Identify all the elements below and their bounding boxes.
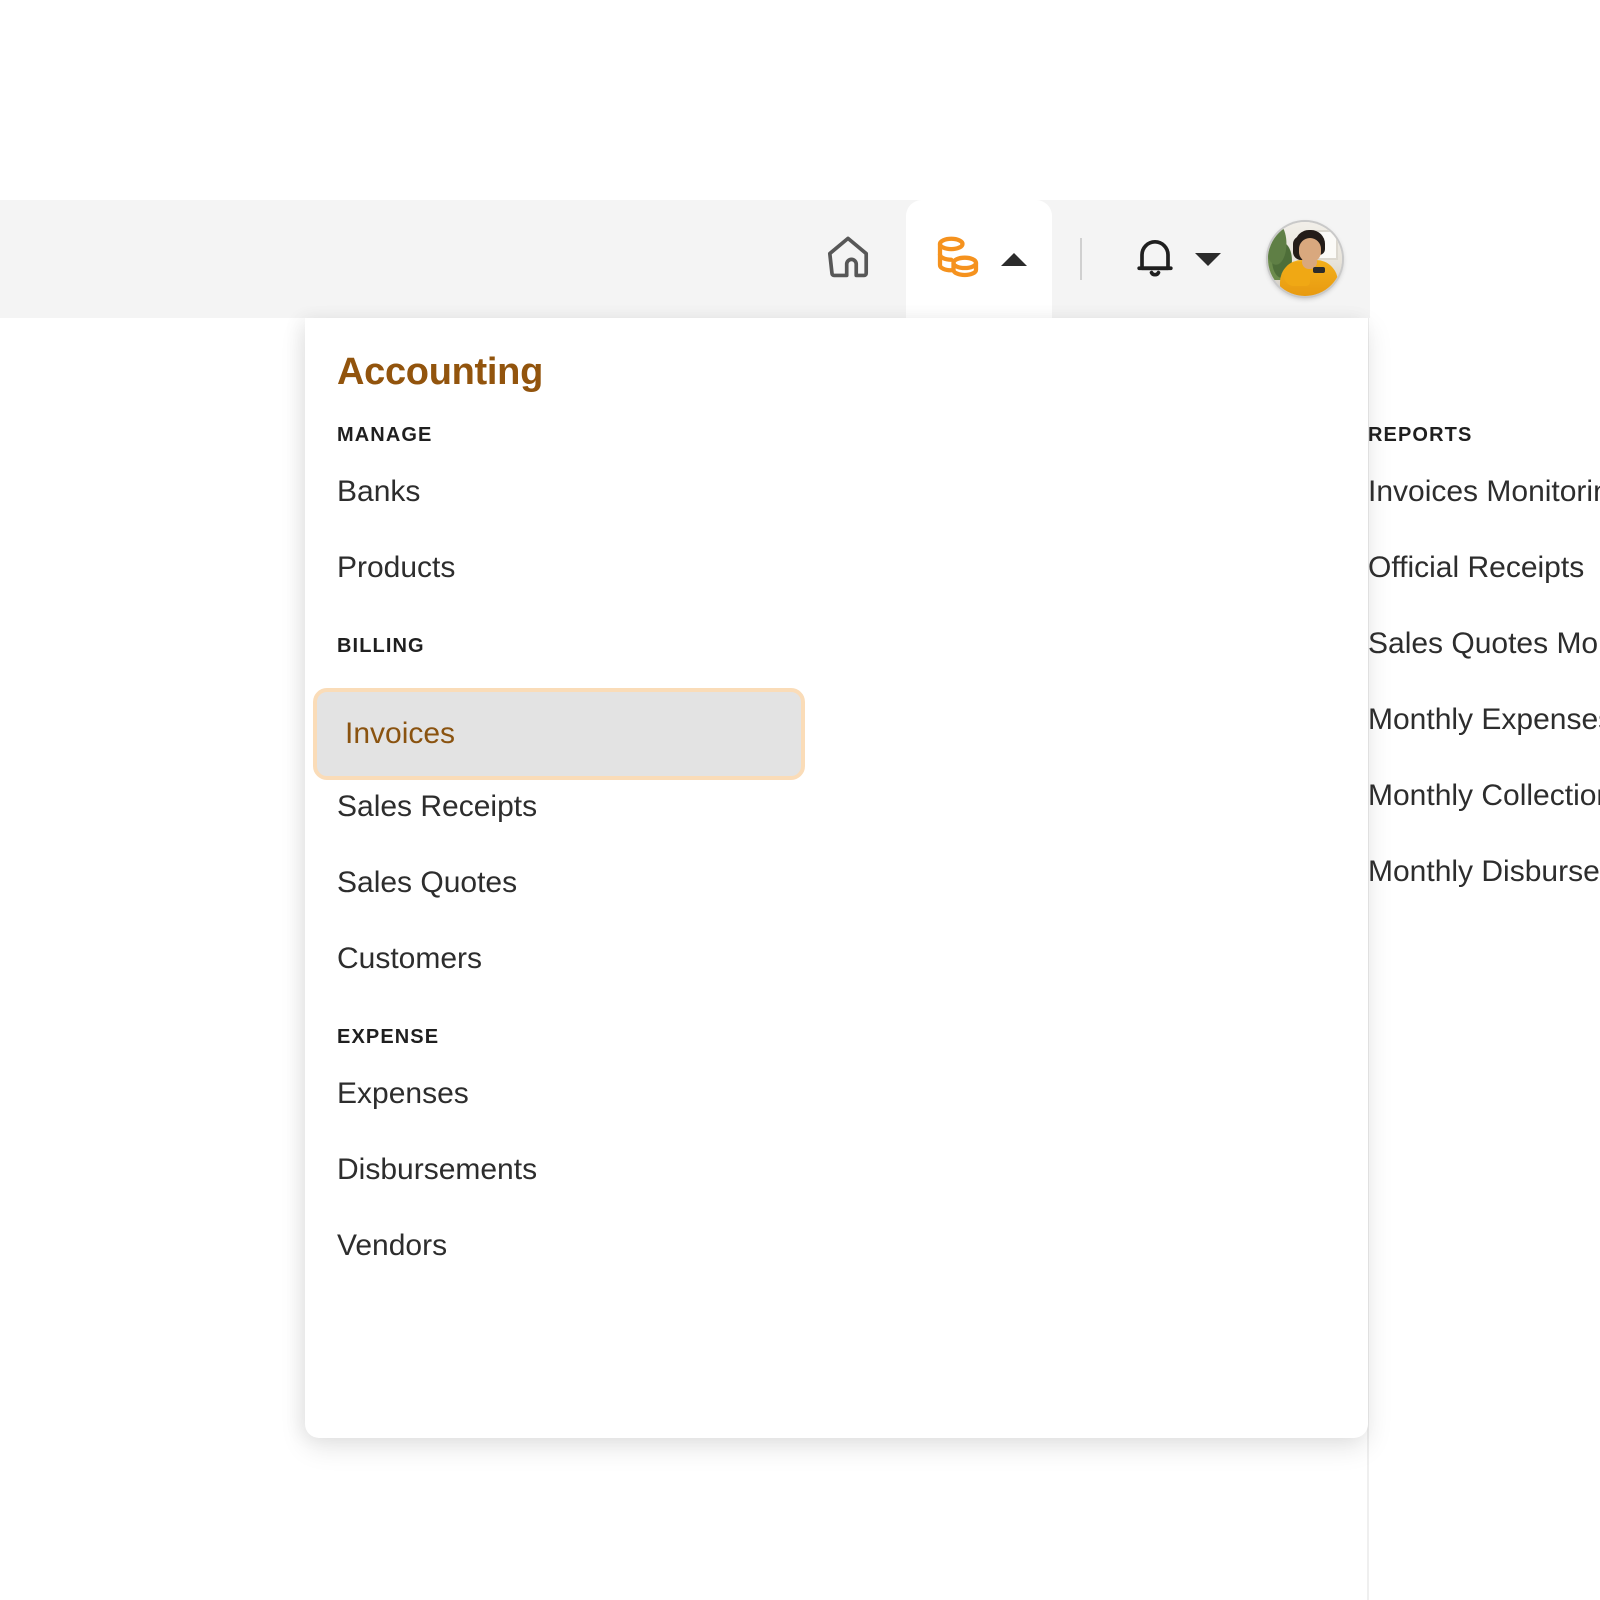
menu-item-disbursements[interactable]: Disbursements: [337, 1155, 810, 1185]
menu-item-sales-quotes[interactable]: Sales Quotes: [337, 868, 810, 898]
topbar-actions: [790, 200, 1370, 318]
menu-item-vendors[interactable]: Vendors: [337, 1231, 810, 1261]
menu-item-customers[interactable]: Customers: [337, 944, 810, 974]
top-navigation-bar: [0, 200, 1370, 318]
panel-column-right: REPORTS Invoices Monitoring Official Rec…: [1368, 424, 1600, 888]
menu-item-expenses[interactable]: Expenses: [337, 1079, 810, 1109]
panel-columns: MANAGE Banks Products BILLING Invoices S…: [305, 424, 1600, 1261]
avatar-button[interactable]: [1240, 200, 1370, 318]
avatar: [1268, 222, 1342, 296]
chevron-up-icon: [1001, 252, 1027, 266]
group-heading-expense: EXPENSE: [337, 1026, 440, 1048]
chevron-down-icon: [1195, 252, 1221, 266]
notifications-button[interactable]: [1110, 200, 1240, 318]
group-heading-manage: MANAGE: [337, 424, 433, 446]
home-button[interactable]: [790, 200, 906, 318]
menu-item-sales-receipts[interactable]: Sales Receipts: [337, 792, 810, 822]
panel-title: Accounting: [337, 351, 543, 393]
toolbar-divider: [1080, 238, 1082, 280]
home-icon: [822, 231, 874, 288]
menu-item-products[interactable]: Products: [337, 553, 810, 583]
bell-icon: [1129, 231, 1181, 288]
menu-item-invoices[interactable]: Invoices: [313, 688, 805, 780]
tab-accounting[interactable]: [906, 200, 1052, 318]
app-root: Accounting MANAGE Banks Products BILLING…: [0, 0, 1600, 1600]
group-heading-billing: BILLING: [337, 635, 425, 657]
toolbar-divider-wrap: [1052, 200, 1110, 318]
coins-icon: [931, 230, 985, 289]
menu-item-banks[interactable]: Banks: [337, 477, 810, 507]
accounting-dropdown-panel: Accounting MANAGE Banks Products BILLING…: [305, 318, 1600, 1438]
panel-column-left: MANAGE Banks Products BILLING Invoices S…: [305, 424, 810, 1261]
